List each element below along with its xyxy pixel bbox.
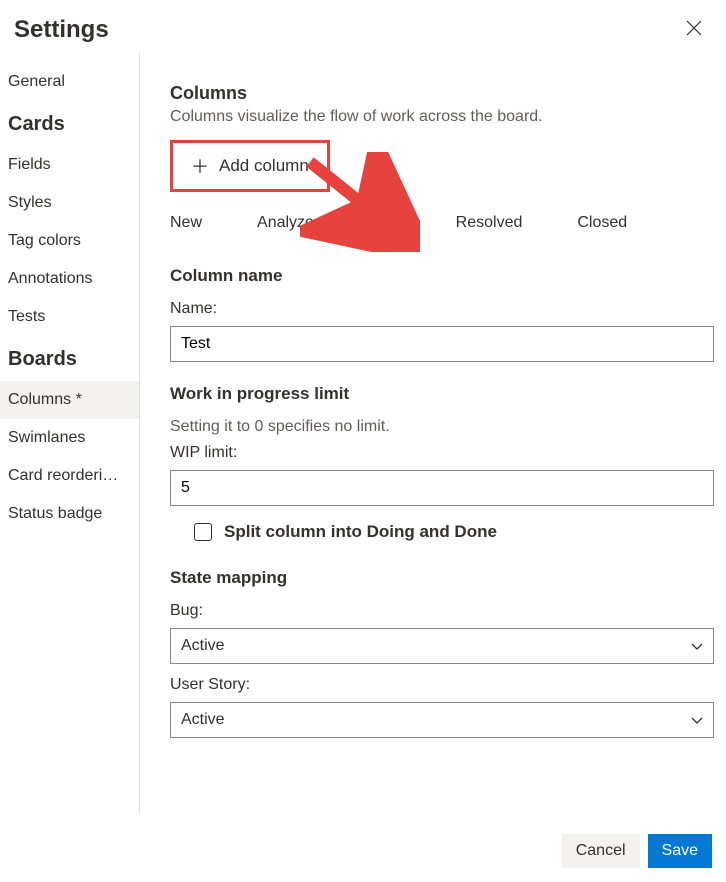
sidebar-item-fields[interactable]: Fields xyxy=(0,146,139,184)
sidebar-item-styles[interactable]: Styles xyxy=(0,184,139,222)
add-column-highlight: ＋ Add column xyxy=(170,140,330,192)
dialog-title: Settings xyxy=(14,16,109,44)
sidebar-item-status-badge[interactable]: Status badge xyxy=(0,495,139,533)
tab-test[interactable]: Test xyxy=(369,206,426,244)
sidebar-item-card-reordering[interactable]: Card reorderi… xyxy=(0,457,139,495)
wip-section: Work in progress limit xyxy=(170,384,714,404)
tab-new[interactable]: New xyxy=(170,206,227,244)
bug-select[interactable]: Active xyxy=(170,628,714,664)
sidebar-item-general[interactable]: General xyxy=(0,63,139,101)
plus-icon: ＋ xyxy=(191,153,209,179)
sidebar-item-columns[interactable]: Columns * xyxy=(0,381,139,419)
settings-sidebar: General Cards Fields Styles Tag colors A… xyxy=(0,53,140,813)
state-mapping-section: State mapping xyxy=(170,568,714,588)
tab-closed[interactable]: Closed xyxy=(577,206,652,244)
sidebar-item-annotations[interactable]: Annotations xyxy=(0,260,139,298)
bug-label: Bug: xyxy=(170,602,714,620)
save-button[interactable]: Save xyxy=(648,834,712,868)
sidebar-section-boards: Boards xyxy=(0,336,139,381)
name-label: Name: xyxy=(170,300,714,318)
name-input[interactable] xyxy=(170,326,714,362)
columns-heading: Columns xyxy=(170,83,714,104)
wip-input[interactable] xyxy=(170,470,714,506)
user-story-select[interactable]: Active xyxy=(170,702,714,738)
column-name-section: Column name xyxy=(170,266,714,286)
tab-resolved[interactable]: Resolved xyxy=(456,206,548,244)
add-column-button[interactable]: ＋ Add column xyxy=(173,143,327,189)
columns-subheading: Columns visualize the flow of work acros… xyxy=(170,108,714,126)
split-label: Split column into Doing and Done xyxy=(224,522,497,542)
main-panel: Columns Columns visualize the flow of wo… xyxy=(140,53,726,813)
tab-analyze[interactable]: Analyze xyxy=(257,206,339,244)
add-column-label: Add column xyxy=(219,156,309,176)
cancel-button[interactable]: Cancel xyxy=(562,834,640,868)
wip-sub: Setting it to 0 specifies no limit. xyxy=(170,418,714,436)
close-button[interactable] xyxy=(680,14,708,45)
sidebar-item-tests[interactable]: Tests xyxy=(0,298,139,336)
user-story-label: User Story: xyxy=(170,676,714,694)
sidebar-section-cards: Cards xyxy=(0,101,139,146)
sidebar-item-tag-colors[interactable]: Tag colors xyxy=(0,222,139,260)
close-icon xyxy=(686,20,702,36)
split-checkbox[interactable] xyxy=(194,523,212,541)
column-tabs: New Analyze Test Resolved Closed xyxy=(170,206,714,244)
wip-label: WIP limit: xyxy=(170,444,714,462)
sidebar-item-swimlanes[interactable]: Swimlanes xyxy=(0,419,139,457)
